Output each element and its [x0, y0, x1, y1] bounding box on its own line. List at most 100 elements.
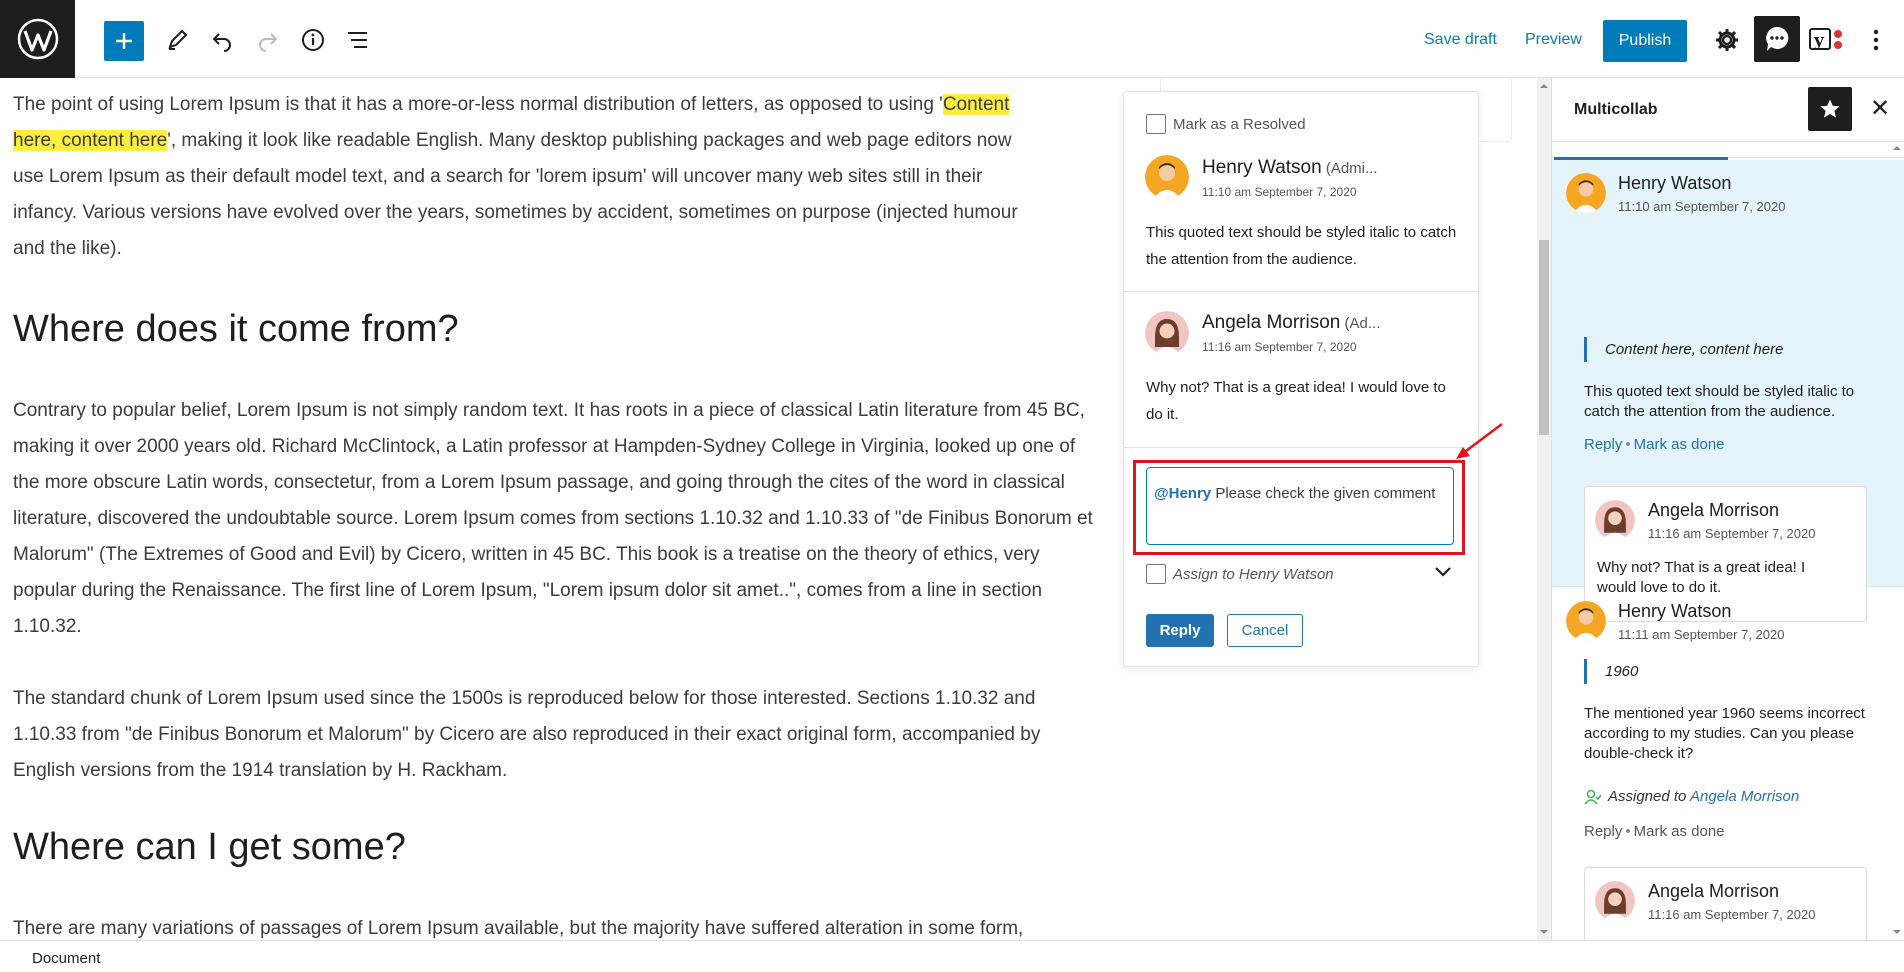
block-breadcrumb-bar: Document: [0, 940, 1904, 972]
editor-scrollbar-thumb[interactable]: [1539, 240, 1549, 435]
thread-timestamp: 11:10 am September 7, 2020: [1618, 199, 1786, 214]
annotation-arrow-icon: [1456, 423, 1503, 459]
list-view-icon: [348, 32, 367, 48]
paragraph-block[interactable]: Contrary to popular belief, Lorem Ipsum …: [13, 393, 1093, 645]
redo-icon: [259, 33, 278, 52]
star-icon: [1820, 99, 1840, 118]
comment-text: Why not? That is a great idea! I would l…: [1146, 379, 1446, 423]
paragraph-block[interactable]: The point of using Lorem Ipsum is that i…: [13, 87, 1093, 267]
redo-button[interactable]: [248, 20, 288, 60]
paragraph-text: use Lorem Ipsum as their default model t…: [13, 166, 983, 187]
close-sidebar-button[interactable]: ✕: [1870, 94, 1890, 123]
save-draft-button[interactable]: Save draft: [1424, 31, 1497, 49]
divider: [1124, 291, 1478, 292]
avatar: [1595, 881, 1635, 921]
comment-author-name: Henry Watson (Admi...: [1202, 157, 1378, 178]
editor-toolbar: Save draft Preview Publish y: [0, 0, 1904, 78]
assigned-user-icon: [1584, 789, 1602, 805]
assign-checkbox[interactable]: [1146, 564, 1166, 584]
reply-timestamp: 11:16 am September 7, 2020: [1648, 526, 1816, 541]
scroll-up-icon: [1540, 84, 1548, 88]
thread-author-name: Henry Watson: [1618, 601, 1732, 621]
highlighted-comment-text[interactable]: here, content here: [13, 130, 168, 151]
avatar: [1566, 173, 1606, 213]
reply-author-name: Angela Morrison: [1648, 881, 1780, 901]
settings-button[interactable]: [1707, 20, 1747, 60]
pin-sidebar-button[interactable]: [1808, 87, 1852, 131]
undo-icon: [212, 33, 231, 52]
comment-bubble-icon: [1766, 26, 1789, 51]
comment-thread[interactable]: Henry Watson 11:11 am September 7, 2020 …: [1552, 587, 1904, 940]
editor-scrollbar[interactable]: [1537, 78, 1551, 940]
quoted-text: 1960: [1584, 659, 1638, 684]
reply-button[interactable]: Reply: [1146, 614, 1214, 647]
sidebar-scrollbar[interactable]: [1890, 142, 1904, 940]
yoast-seo-button[interactable]: y: [1808, 20, 1848, 60]
plus-icon: [116, 33, 132, 49]
undo-button[interactable]: [202, 20, 242, 60]
mark-resolved-label: Mark as a Resolved: [1173, 116, 1306, 133]
comment-thread-active[interactable]: Henry Watson 11:10 am September 7, 2020 …: [1552, 160, 1904, 622]
assigned-to-label: Assigned to Angela Morrison: [1608, 788, 1800, 805]
breadcrumb-document[interactable]: Document: [32, 950, 100, 967]
thread-actions: Reply • Mark as done: [1584, 436, 1725, 453]
reply-link[interactable]: Reply: [1584, 823, 1622, 840]
gear-icon: [1716, 29, 1738, 51]
more-options-button[interactable]: [1858, 20, 1894, 60]
paragraph-block[interactable]: The standard chunk of Lorem Ipsum used s…: [13, 681, 1093, 789]
comment-author-name: Angela Morrison (Ad...: [1202, 312, 1381, 333]
assign-label: Assign to Henry Watson: [1173, 566, 1334, 583]
mark-as-done-link[interactable]: Mark as done: [1634, 436, 1725, 453]
add-block-button[interactable]: [104, 21, 144, 61]
wordpress-logo-icon[interactable]: [0, 0, 75, 78]
vertical-ellipsis-icon: [1873, 29, 1879, 51]
chevron-down-icon[interactable]: [1433, 565, 1453, 579]
thread-timestamp: 11:11 am September 7, 2020: [1618, 627, 1785, 642]
assigned-user-link[interactable]: Angela Morrison: [1690, 788, 1799, 805]
cancel-button[interactable]: Cancel: [1227, 614, 1303, 647]
sidebar-header: Multicollab ✕: [1552, 78, 1904, 142]
scroll-up-icon: [1893, 146, 1901, 150]
mark-as-done-link[interactable]: Mark as done: [1634, 823, 1725, 840]
info-icon: [302, 29, 324, 51]
scroll-down-icon: [1540, 930, 1548, 934]
edit-tools-button[interactable]: [157, 20, 197, 60]
reply-author-name: Angela Morrison: [1648, 500, 1780, 520]
yoast-icon: y: [1809, 28, 1842, 51]
avatar: [1145, 311, 1189, 355]
quoted-text: Content here, content here: [1584, 337, 1783, 362]
multicollab-comments-button[interactable]: [1754, 16, 1800, 62]
thread-actions: Reply • Mark as done: [1584, 823, 1725, 840]
details-button[interactable]: [293, 20, 333, 60]
comment-timestamp: 11:16 am September 7, 2020: [1202, 340, 1357, 354]
cut-off-text-line: [13, 78, 1093, 86]
mark-resolved-checkbox[interactable]: [1146, 114, 1166, 134]
divider: [1124, 447, 1478, 448]
highlighted-comment-text[interactable]: Content: [942, 94, 1010, 115]
reply-link[interactable]: Reply: [1584, 436, 1622, 453]
heading-block[interactable]: Where can I get some?: [13, 826, 406, 869]
reply-card: Angela Morrison 11:16 am September 7, 20…: [1584, 867, 1867, 940]
paragraph-block[interactable]: There are many variations of passages of…: [13, 911, 1093, 940]
thread-comment-text: The mentioned year 1960 seems incorrect …: [1584, 705, 1865, 762]
pencil-icon: [168, 29, 188, 50]
avatar: [1145, 155, 1189, 199]
paragraph-text: and the like).: [13, 238, 122, 259]
annotation-highlight-box: [1133, 460, 1465, 555]
multicollab-sidebar: Multicollab ✕ Henry Watson 11:10 am Sept…: [1551, 78, 1904, 940]
outline-button[interactable]: [338, 20, 378, 60]
publish-button[interactable]: Publish: [1603, 20, 1687, 62]
preview-button[interactable]: Preview: [1525, 31, 1582, 49]
sidebar-tabs: [1552, 142, 1904, 158]
svg-text:y: y: [1813, 31, 1825, 51]
scroll-down-icon: [1893, 930, 1901, 934]
thread-comment-text: This quoted text should be styled italic…: [1584, 383, 1855, 420]
avatar: [1595, 500, 1635, 540]
paragraph-text: ', making it look like readable English.…: [167, 130, 1012, 151]
reply-timestamp: 11:16 am September 7, 2020: [1648, 907, 1816, 922]
thread-author-name: Henry Watson: [1618, 173, 1732, 193]
heading-block[interactable]: Where does it come from?: [13, 308, 459, 351]
comment-text: This quoted text should be styled italic…: [1146, 224, 1457, 268]
paragraph-text: infancy. Various versions have evolved o…: [13, 202, 1018, 223]
avatar: [1566, 601, 1606, 641]
